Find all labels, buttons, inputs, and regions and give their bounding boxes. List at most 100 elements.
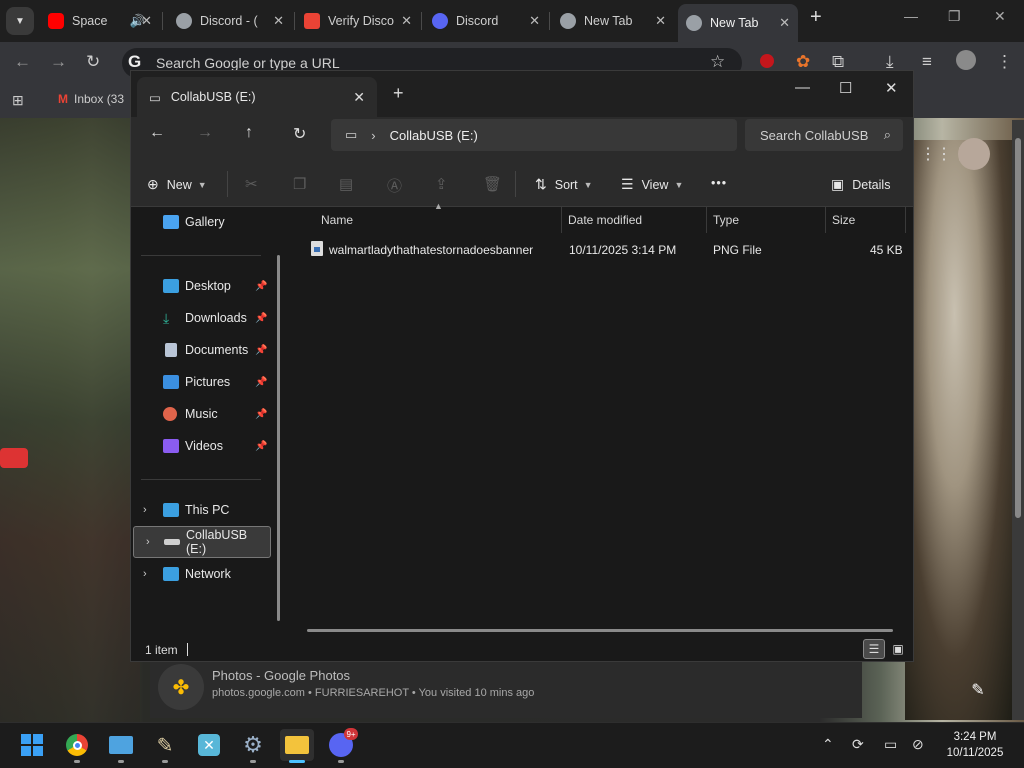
pin-icon[interactable]: 📌 bbox=[255, 409, 267, 420]
media-icon[interactable]: ≡ bbox=[922, 52, 932, 72]
new-tab-button[interactable]: + bbox=[810, 6, 822, 29]
close-tab-icon[interactable]: ✕ bbox=[655, 13, 666, 29]
explorer-tab[interactable]: ▭ CollabUSB (E:) ✕ bbox=[137, 77, 377, 117]
browser-tab-5[interactable]: New Tab ✕ bbox=[678, 4, 798, 42]
taskbar-app-4[interactable]: ✕ bbox=[192, 729, 226, 761]
copy-icon[interactable]: ❐ bbox=[293, 175, 306, 193]
sidebar-item-downloads[interactable]: ⤓ Downloads 📌 bbox=[131, 302, 269, 334]
chevron-right-icon[interactable]: › bbox=[371, 128, 375, 143]
sidebar-item-desktop[interactable]: Desktop 📌 bbox=[131, 270, 269, 302]
sidebar-item-pictures[interactable]: Pictures 📌 bbox=[131, 366, 269, 398]
sidebar-item-documents[interactable]: Documents 📌 bbox=[131, 334, 269, 366]
sidebar-item-music[interactable]: Music 📌 bbox=[131, 398, 269, 430]
account-avatar[interactable] bbox=[958, 138, 990, 170]
sync-icon[interactable]: ⟳ bbox=[852, 736, 864, 753]
minimize-icon[interactable]: — bbox=[904, 8, 918, 24]
taskbar-app-2[interactable] bbox=[104, 729, 138, 761]
apps-icon[interactable]: ⊞ bbox=[12, 92, 24, 109]
pin-icon[interactable]: 📌 bbox=[255, 441, 267, 452]
new-button[interactable]: ⊕ New ▼ bbox=[147, 176, 207, 193]
back-icon[interactable]: ← bbox=[149, 124, 165, 142]
new-tab-icon[interactable]: + bbox=[393, 83, 404, 104]
close-icon[interactable]: ✕ bbox=[885, 79, 898, 97]
star-icon[interactable]: ☆ bbox=[710, 52, 725, 72]
browser-tab-0[interactable]: Space 🔊 ✕ bbox=[40, 6, 160, 36]
column-header-name[interactable]: Name bbox=[321, 213, 353, 227]
minimize-icon[interactable]: — bbox=[795, 79, 810, 96]
address-segment[interactable]: CollabUSB (E:) bbox=[390, 128, 478, 143]
sidebar-item-gallery[interactable]: Gallery bbox=[131, 206, 269, 238]
maximize-icon[interactable]: ❐ bbox=[948, 8, 961, 25]
show-hidden-icons-chevron-up-icon[interactable]: ⌃ bbox=[822, 736, 834, 753]
tiles-view-icon[interactable]: ▣ bbox=[887, 639, 909, 659]
pin-icon[interactable]: 📌 bbox=[255, 313, 267, 324]
pin-icon[interactable]: 📌 bbox=[255, 377, 267, 388]
back-icon[interactable]: ← bbox=[14, 52, 31, 72]
close-tab-icon[interactable]: ✕ bbox=[779, 15, 790, 31]
customize-pencil-icon[interactable]: ✎ bbox=[964, 676, 992, 704]
start-button[interactable] bbox=[15, 729, 49, 761]
browser-tab-4[interactable]: New Tab ✕ bbox=[552, 6, 674, 36]
close-tab-icon[interactable]: ✕ bbox=[401, 13, 412, 29]
taskbar-chrome[interactable] bbox=[60, 729, 94, 761]
sidebar-item-videos[interactable]: Videos 📌 bbox=[131, 430, 269, 462]
page-scrollbar[interactable] bbox=[1012, 120, 1024, 720]
column-header-date[interactable]: Date modified bbox=[568, 213, 642, 227]
extension-icon[interactable]: ✿ bbox=[796, 52, 810, 72]
sort-button[interactable]: ⇅ Sort ▼ bbox=[535, 176, 593, 193]
details-view-icon[interactable]: ☰ bbox=[863, 639, 885, 659]
clock[interactable]: 3:24 PM 10/11/2025 bbox=[940, 729, 1010, 761]
browser-tab-1[interactable]: Discord - ( ✕ bbox=[168, 6, 292, 36]
bookmark-inbox[interactable]: M Inbox (33 bbox=[58, 92, 124, 106]
sidebar-item-this-pc[interactable]: › This PC bbox=[131, 494, 269, 526]
paste-icon[interactable]: ▤ bbox=[339, 175, 353, 193]
forward-icon[interactable]: → bbox=[197, 124, 213, 142]
taskbar-app-3[interactable]: ✎ bbox=[148, 729, 182, 761]
rename-icon[interactable]: Ⓐ bbox=[387, 175, 402, 196]
search-input[interactable]: Search CollabUSB ⌕ bbox=[745, 119, 903, 151]
refresh-icon[interactable]: ↻ bbox=[293, 124, 306, 144]
forward-icon[interactable]: → bbox=[50, 52, 67, 72]
share-icon[interactable]: ⇪ bbox=[435, 175, 448, 193]
pin-icon[interactable]: 📌 bbox=[255, 345, 267, 356]
column-divider[interactable] bbox=[706, 207, 707, 233]
display-icon[interactable]: ▭ bbox=[884, 736, 897, 753]
more-options-button[interactable]: ••• bbox=[711, 176, 727, 190]
puzzle-icon[interactable]: ⧉ bbox=[832, 52, 844, 72]
sidebar-item-collabusb[interactable]: › CollabUSB (E:) bbox=[133, 526, 271, 558]
column-header-size[interactable]: Size bbox=[832, 213, 855, 227]
extension-block-icon[interactable] bbox=[760, 54, 774, 68]
maximize-icon[interactable]: ☐ bbox=[839, 79, 852, 97]
profile-avatar[interactable] bbox=[956, 50, 976, 70]
horizontal-scrollbar[interactable] bbox=[307, 629, 893, 632]
sidebar-scrollbar[interactable] bbox=[277, 255, 280, 621]
close-icon[interactable]: ✕ bbox=[994, 8, 1006, 25]
address-bar[interactable]: ▭ › CollabUSB (E:) bbox=[331, 119, 737, 151]
close-tab-icon[interactable]: ✕ bbox=[529, 13, 540, 29]
details-button[interactable]: ▣ Details bbox=[831, 176, 890, 193]
column-divider[interactable] bbox=[561, 207, 562, 233]
browser-tab-3[interactable]: Discord ✕ bbox=[424, 6, 548, 36]
browser-tab-2[interactable]: Verify Disco ✕ bbox=[296, 6, 420, 36]
taskbar-settings[interactable]: ⚙ bbox=[236, 729, 270, 761]
column-header-type[interactable]: Type bbox=[713, 213, 739, 227]
column-divider[interactable] bbox=[905, 207, 906, 233]
chevron-right-icon[interactable]: › bbox=[143, 504, 147, 516]
tab-search-button[interactable]: ▼ bbox=[6, 7, 34, 35]
column-divider[interactable] bbox=[825, 207, 826, 233]
taskbar-file-explorer[interactable] bbox=[280, 729, 314, 761]
delete-icon[interactable]: 🗑 bbox=[483, 175, 502, 193]
sidebar-item-network[interactable]: › Network bbox=[131, 558, 269, 590]
pin-icon[interactable]: 📌 bbox=[255, 281, 267, 292]
scrollbar-thumb[interactable] bbox=[1015, 138, 1021, 518]
close-tab-icon[interactable]: ✕ bbox=[273, 13, 284, 29]
up-icon[interactable]: ↑ bbox=[245, 124, 253, 142]
cut-icon[interactable]: ✂ bbox=[245, 175, 258, 193]
chevron-right-icon[interactable]: › bbox=[143, 568, 147, 580]
reload-icon[interactable]: ↻ bbox=[86, 52, 100, 72]
close-tab-icon[interactable]: ✕ bbox=[141, 13, 152, 29]
chevron-right-icon[interactable]: › bbox=[146, 536, 150, 548]
view-button[interactable]: ☰ View ▼ bbox=[621, 176, 683, 193]
network-status-icon[interactable]: ⊘ bbox=[912, 736, 924, 753]
menu-icon[interactable]: ⋮ bbox=[996, 52, 1013, 72]
